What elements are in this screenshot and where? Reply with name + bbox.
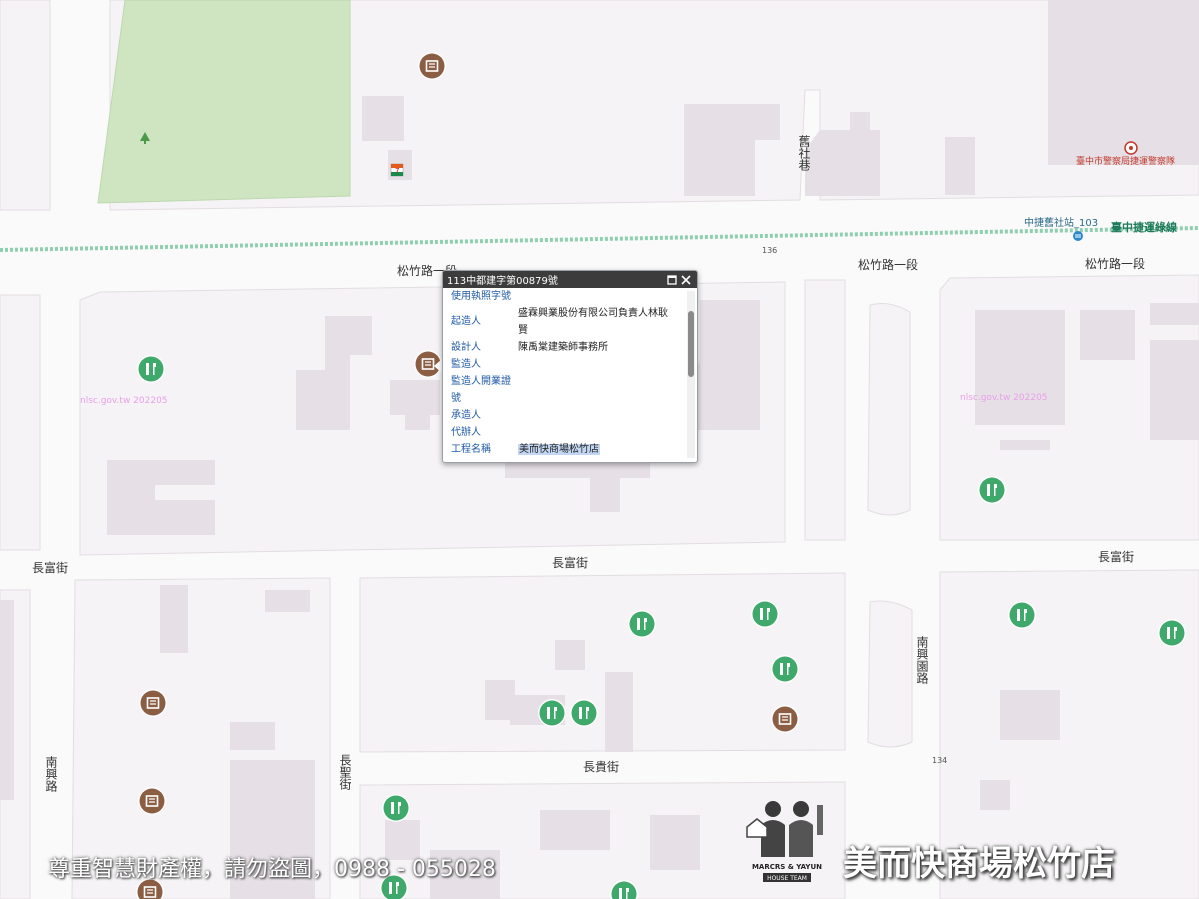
copyright-watermark: 尊重智慧財產權，請勿盜圖，0988 - 055028: [48, 857, 496, 882]
field-label: 設計人: [451, 342, 481, 353]
field-label: 代辦人: [451, 427, 481, 438]
field-label: 承造人: [451, 410, 481, 421]
field-value: [518, 424, 677, 441]
road-label-changsheng: 長聖街: [338, 754, 352, 790]
svg-text:7: 7: [395, 167, 399, 175]
popup-row: 起造人 盛霖興業股份有限公司負責人林耿賢: [451, 305, 677, 339]
field-label: 監造人: [451, 359, 481, 370]
house-team-logo: MARCRS & YAYUN HOUSE TEAM: [746, 801, 823, 882]
road-label-nanxing: 南興路: [44, 755, 58, 793]
project-name-value: 美而快商場松竹店: [518, 444, 600, 455]
construction-tools-icon[interactable]: [978, 476, 1006, 504]
convenience-store-icon[interactable]: 7: [390, 163, 404, 177]
mrt-line-label: 臺中捷運綠線: [1111, 220, 1177, 234]
scrollbar-thumb[interactable]: [688, 311, 694, 377]
maximize-icon[interactable]: [665, 273, 679, 287]
police-icon[interactable]: [1124, 141, 1138, 155]
mrt-station-label: 中捷舊社站_103: [1024, 216, 1098, 229]
popup-body: 使用執照字號 起造人 盛霖興業股份有限公司負責人林耿賢 設計人 陳禹棠建築師事務所 …: [443, 288, 683, 462]
field-label: 工程名稱: [451, 444, 491, 455]
construction-tools-icon[interactable]: [1158, 619, 1186, 647]
road-label-changfu-mid: 長富街: [552, 555, 588, 570]
popup-row: 承造人: [451, 407, 677, 424]
construction-tools-icon[interactable]: [570, 699, 598, 727]
road-label-changfu-left: 長富街: [32, 560, 68, 575]
construction-tools-icon[interactable]: [137, 355, 165, 383]
road-label-jiushe-alley: 舊社巷: [797, 134, 811, 171]
popup-row: 工程名稱 美而快商場松竹店: [451, 441, 677, 458]
close-icon[interactable]: [679, 273, 693, 287]
mrt-station-icon[interactable]: [1073, 231, 1083, 241]
popup-row: 監造人開業證號: [451, 373, 677, 407]
mark-134: 134: [932, 756, 947, 765]
construction-tools-icon[interactable]: [382, 794, 410, 822]
road-label-changgui: 長貴街: [583, 760, 619, 774]
svg-text:HOUSE TEAM: HOUSE TEAM: [767, 875, 807, 882]
nlsc-watermark-left: nlsc.gov.tw 202205: [80, 396, 168, 406]
construction-tools-icon[interactable]: [1008, 601, 1036, 629]
popup-row: 代辦人: [451, 424, 677, 441]
mark-136: 136: [762, 246, 777, 255]
park-area: [97, 0, 351, 204]
field-label: 使用執照字號: [451, 291, 511, 302]
field-value: [518, 356, 677, 373]
field-label: 起造人: [451, 316, 481, 327]
road-label-nanxing-yuan: 南興園路: [915, 635, 929, 685]
building-permit-icon[interactable]: [417, 51, 447, 81]
construction-tools-icon[interactable]: [751, 600, 779, 628]
field-value: [518, 407, 677, 424]
popup-scrollbar[interactable]: [687, 291, 695, 458]
popup-header[interactable]: 113中都建字第00879號: [443, 271, 697, 288]
construction-tools-icon[interactable]: [538, 699, 566, 727]
field-value: 盛霖興業股份有限公司負責人林耿賢: [518, 308, 668, 336]
nlsc-watermark-right: nlsc.gov.tw 202205: [960, 393, 1048, 403]
popup-row: 監造人: [451, 356, 677, 373]
building-permit-icon[interactable]: [138, 688, 168, 718]
svg-text:MARCRS & YAYUN: MARCRS & YAYUN: [752, 863, 822, 871]
popup-row: 使用執照字號: [451, 288, 677, 305]
construction-tools-icon[interactable]: [628, 610, 656, 638]
field-value: 陳禹棠建築師事務所: [518, 342, 608, 353]
road-label-changfu-right: 長富街: [1098, 549, 1134, 564]
field-value: [518, 288, 677, 305]
popup-row: 設計人 陳禹棠建築師事務所: [451, 339, 677, 356]
construction-tools-icon[interactable]: [771, 655, 799, 683]
info-popup[interactable]: 113中都建字第00879號 使用執照字號 起造人 盛霖興業股份有限公司負責人林耿…: [442, 270, 698, 463]
building-permit-icon[interactable]: [137, 786, 167, 816]
field-value: [518, 373, 677, 407]
popup-title: 113中都建字第00879號: [447, 276, 558, 287]
road-label-songzhu-3: 松竹路一段: [1085, 256, 1145, 271]
store-name-watermark: 美而快商場松竹店: [843, 844, 1115, 884]
road-label-songzhu-2: 松竹路一段: [858, 257, 918, 272]
building-permit-icon[interactable]: [770, 704, 800, 734]
police-label: 臺中市警察局捷運警察隊: [1076, 155, 1175, 167]
field-label: 監造人開業證號: [451, 376, 511, 404]
